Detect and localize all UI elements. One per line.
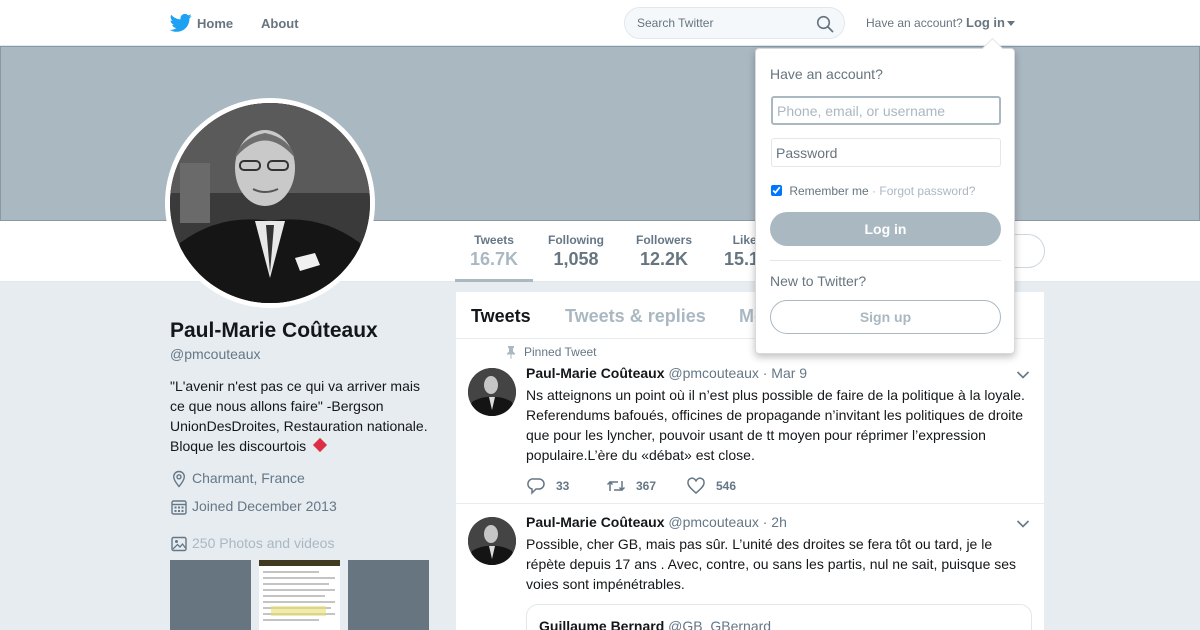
document-thumbnail-image	[263, 571, 335, 621]
image-icon	[171, 536, 187, 552]
search-box[interactable]: Search Twitter	[624, 7, 845, 39]
stat-label: Followers	[636, 233, 693, 247]
chevron-down-icon[interactable]	[1007, 21, 1015, 26]
tweet-text: Possible, cher GB, mais pas sûr. L’unité…	[526, 536, 1017, 592]
pinned-context: Pinned Tweet	[504, 345, 597, 359]
profile-handle[interactable]: @pmcouteaux	[170, 346, 260, 362]
bio-line-last: Bloque les discourtois	[170, 436, 438, 456]
chevron-down-icon[interactable]	[1016, 370, 1030, 380]
tweet-avatar[interactable]	[468, 368, 516, 416]
quoted-author-name: Guillaume Bernard	[539, 618, 665, 630]
stat-followers[interactable]: Followers 12.2K	[636, 233, 692, 270]
avatar-photo	[170, 103, 370, 303]
media-thumbnail[interactable]	[170, 560, 251, 630]
nav-home-link[interactable]: Home	[197, 16, 233, 31]
joined-text: Joined December 2013	[192, 498, 337, 514]
stat-following[interactable]: Following 1,058	[548, 233, 604, 270]
profile-location: Charmant, France	[170, 470, 305, 488]
search-icon[interactable]	[816, 15, 834, 33]
tweet-author-handle[interactable]: @pmcouteaux	[668, 365, 758, 381]
dropdown-title: Have an account?	[770, 66, 883, 82]
retweet-icon	[606, 480, 626, 492]
tweet-author-name[interactable]: Paul-Marie Coûteaux	[526, 514, 664, 530]
stat-label: Following	[548, 233, 604, 247]
tweet-author-name[interactable]: Paul-Marie Coûteaux	[526, 365, 664, 381]
like-count: 546	[716, 479, 737, 493]
bio-line: UnionDesDroites, Restauration nationale.	[170, 418, 428, 434]
avatar-photo	[468, 517, 516, 565]
login-button[interactable]: Log in	[770, 212, 1001, 246]
pin-icon	[507, 346, 515, 359]
bio-line: ce que nous allons faire" -Bergson	[170, 398, 384, 414]
media-thumbnail[interactable]	[259, 560, 340, 630]
retweet-action[interactable]: 367	[606, 479, 656, 493]
profile-bio: "L'avenir n'est pas ce qui va arriver ma…	[170, 376, 438, 456]
red-diamond-emoji-icon	[313, 437, 328, 453]
bio-line: "L'avenir n'est pas ce qui va arriver ma…	[170, 378, 420, 394]
password-field[interactable]	[771, 138, 1001, 167]
profile-name: Paul-Marie Coûteaux	[170, 319, 378, 342]
photos-videos-link[interactable]: 250 Photos and videos	[170, 535, 334, 552]
remember-me-row: Remember me · Forgot password?	[771, 184, 975, 198]
calendar-icon	[171, 500, 187, 515]
chevron-down-icon[interactable]	[1016, 519, 1030, 529]
tweet-timestamp[interactable]: · Mar 9	[763, 365, 807, 381]
tab-tweets-replies[interactable]: Tweets & replies	[565, 306, 706, 327]
tweet-author-handle[interactable]: @pmcouteaux	[668, 514, 758, 530]
stat-tweets[interactable]: Tweets 16.7K	[454, 233, 534, 282]
quoted-tweet-header: Guillaume Bernard @GB_GBernard	[539, 618, 771, 630]
tweet-text: Ns atteignons un point où il n’est plus …	[526, 387, 1025, 463]
twitter-bird-icon[interactable]	[170, 13, 192, 33]
top-navigation: Home About Search Twitter Have an accoun…	[0, 0, 1200, 46]
stat-value: 16.7K	[470, 249, 519, 269]
tweet-timestamp[interactable]: · 2h	[763, 514, 787, 530]
tweet[interactable]: Pinned Tweet Paul-Marie Coûteaux @pmcout…	[456, 339, 1044, 504]
quoted-author-handle: @GB_GBernard	[668, 618, 772, 630]
signup-button[interactable]: Sign up	[770, 300, 1001, 334]
new-to-twitter-text: New to Twitter?	[770, 273, 867, 289]
heart-icon	[687, 477, 705, 494]
stat-value: 12.2K	[639, 249, 689, 269]
tweet-header: Paul-Marie Coûteaux @pmcouteaux · Mar 9	[526, 365, 807, 381]
photos-text[interactable]: 250 Photos and videos	[192, 535, 334, 551]
quoted-tweet[interactable]: Guillaume Bernard @GB_GBernard	[526, 604, 1032, 630]
reply-action[interactable]: 33	[526, 478, 570, 495]
avatar-photo	[468, 368, 516, 416]
profile-avatar[interactable]	[170, 103, 370, 303]
tweet[interactable]: Paul-Marie Coûteaux @pmcouteaux · 2h Pos…	[456, 504, 1044, 630]
reply-icon	[527, 478, 545, 495]
like-action[interactable]: 546	[686, 477, 737, 494]
location-pin-icon	[172, 470, 186, 488]
tab-tweets[interactable]: Tweets	[471, 306, 531, 327]
reply-count: 33	[556, 479, 570, 493]
remember-me-label[interactable]: Remember me	[789, 184, 868, 198]
tweet-avatar[interactable]	[468, 517, 516, 565]
nav-about-link[interactable]: About	[261, 16, 299, 31]
forgot-password-link[interactable]: · Forgot password?	[872, 184, 975, 198]
divider	[770, 260, 1001, 261]
have-account-text: Have an account?	[866, 16, 963, 30]
search-input[interactable]: Search Twitter	[637, 16, 713, 30]
stat-label: Tweets	[474, 233, 514, 247]
profile-joined: Joined December 2013	[170, 498, 337, 515]
username-field[interactable]	[771, 96, 1001, 125]
login-dropdown-toggle[interactable]: Log in	[966, 15, 1005, 30]
media-thumbnail[interactable]	[348, 560, 429, 630]
pinned-label: Pinned Tweet	[524, 345, 597, 359]
login-dropdown: Have an account? Remember me · Forgot pa…	[755, 48, 1015, 354]
tweet-header: Paul-Marie Coûteaux @pmcouteaux · 2h	[526, 514, 787, 530]
remember-me-checkbox[interactable]	[771, 185, 782, 196]
stat-value: 1,058	[553, 249, 599, 269]
location-text: Charmant, France	[192, 470, 305, 486]
retweet-count: 367	[636, 479, 657, 493]
bio-text: Bloque les discourtois	[170, 438, 307, 454]
